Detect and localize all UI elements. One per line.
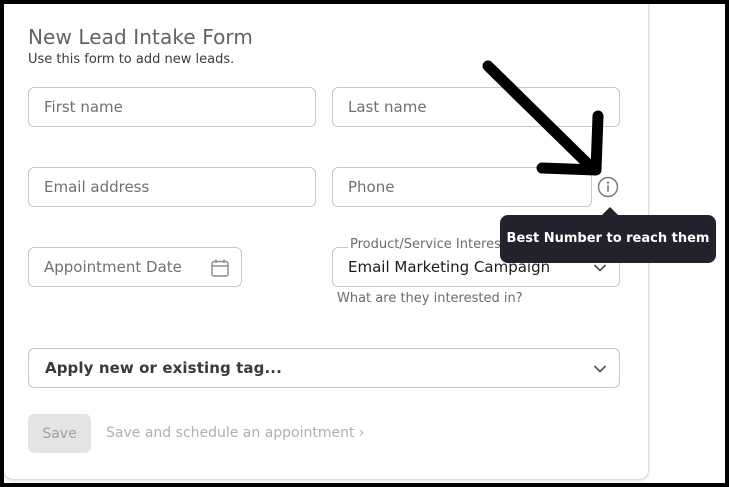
form-subtitle: Use this form to add new leads. bbox=[28, 52, 235, 67]
phone-tooltip: Best Number to reach them bbox=[500, 215, 716, 263]
first-name-field[interactable] bbox=[28, 87, 316, 127]
save-button[interactable]: Save bbox=[28, 414, 91, 453]
calendar-icon[interactable] bbox=[210, 258, 230, 278]
first-name-input[interactable] bbox=[29, 88, 315, 126]
save-and-schedule-link[interactable]: Save and schedule an appointment › bbox=[106, 425, 365, 441]
tag-select[interactable]: Apply new or existing tag... bbox=[28, 348, 620, 388]
annotation-arrow bbox=[482, 60, 604, 176]
appointment-date-field[interactable] bbox=[28, 247, 242, 287]
tooltip-caret bbox=[602, 207, 618, 215]
chevron-down-icon bbox=[594, 365, 606, 373]
tag-select-placeholder: Apply new or existing tag... bbox=[45, 359, 282, 377]
product-interest-label: Product/Service Interest bbox=[348, 237, 509, 252]
email-input[interactable] bbox=[29, 168, 315, 206]
email-field[interactable] bbox=[28, 167, 316, 207]
screen: New Lead Intake Form Use this form to ad… bbox=[4, 4, 725, 483]
product-interest-helper: What are they interested in? bbox=[337, 291, 523, 306]
chevron-down-icon bbox=[594, 264, 606, 272]
form-title: New Lead Intake Form bbox=[28, 25, 253, 49]
